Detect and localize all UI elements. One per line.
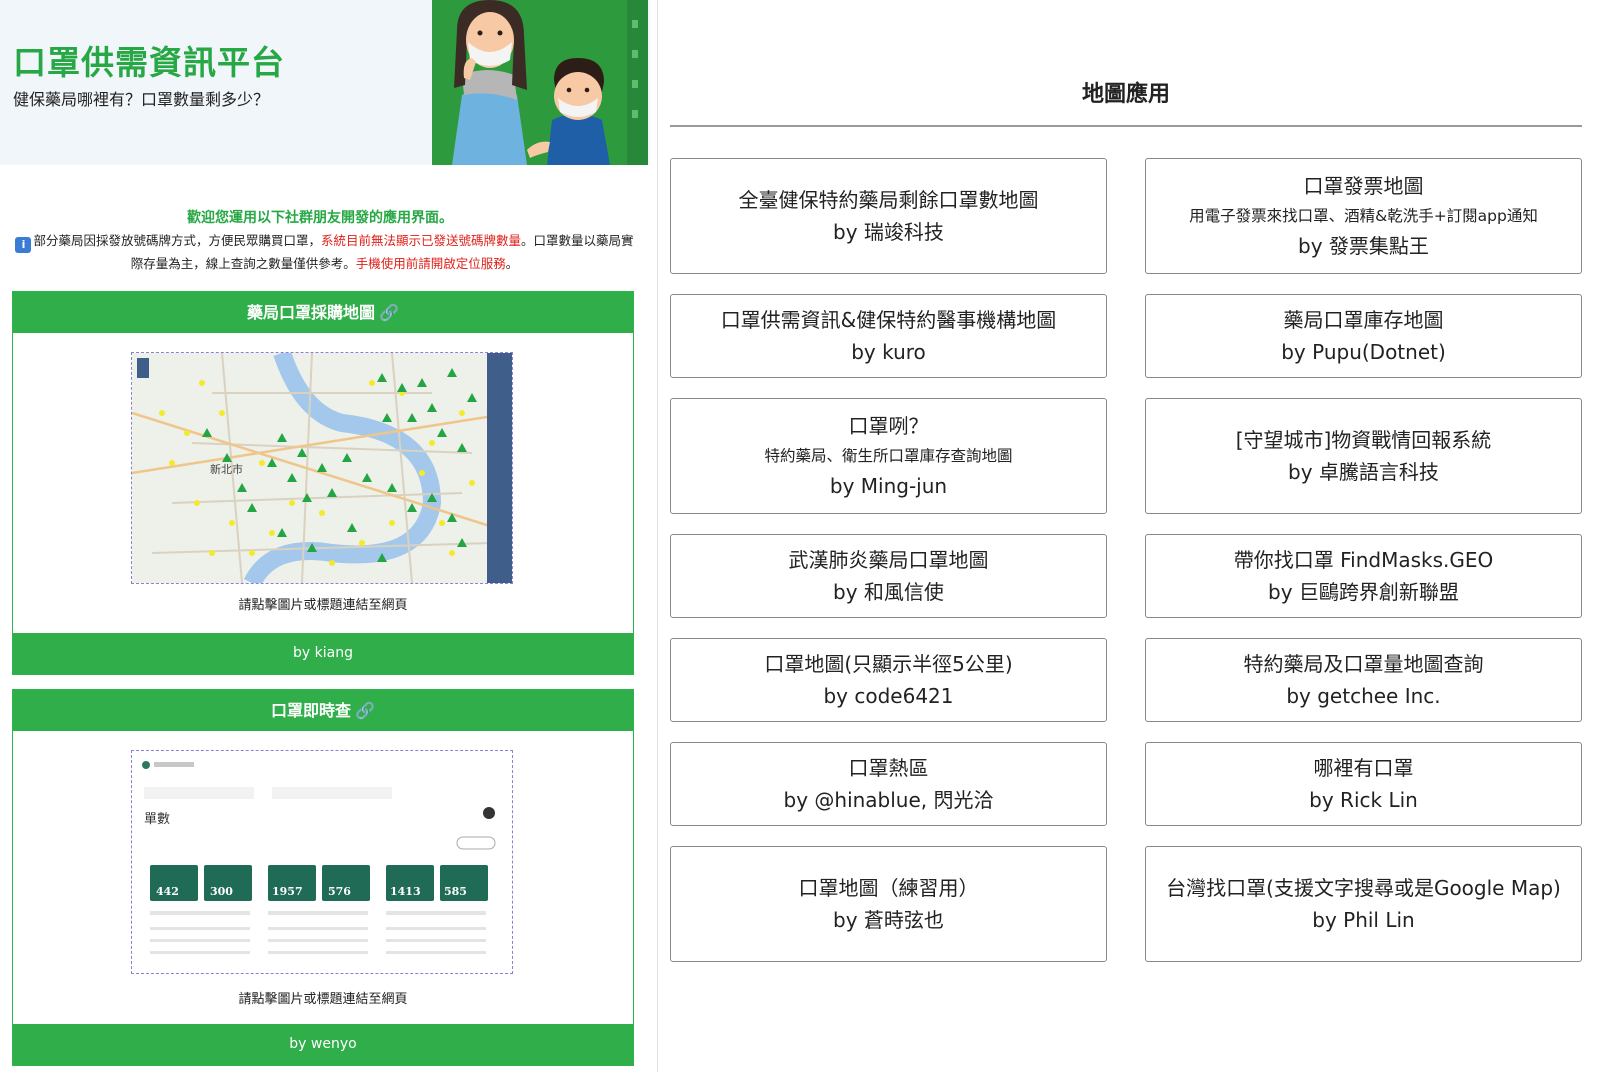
map-app-title: 口罩熱區	[848, 756, 929, 780]
map-app-author: by Ming-jun	[829, 474, 948, 498]
card-title-link[interactable]: 口罩即時查 🔗	[13, 690, 633, 731]
map-app-link[interactable]: 武漢肺炎藥局口罩地圖 by 和風信使	[670, 534, 1107, 618]
map-app-link[interactable]: 帶你找口罩 FindMasks.GEO by 巨鷗跨界創新聯盟	[1145, 534, 1582, 618]
map-app-description: 特約藥局、衛生所口罩庫存查詢地圖	[764, 447, 1013, 465]
map-app-author: by @hinablue, 閃光洽	[783, 788, 994, 812]
map-thumbnail-image: 新北市	[132, 353, 512, 583]
map-app-link[interactable]: 口罩供需資訊&健保特約醫事機構地圖 by kuro	[670, 294, 1107, 378]
map-app-author: by kuro	[851, 340, 926, 364]
map-app-author: by 巨鷗跨界創新聯盟	[1268, 580, 1459, 604]
card-title: 藥局口罩採購地圖	[247, 303, 376, 322]
map-app-description: 用電子發票來找口罩、酒精&乾洗手+訂閱app通知	[1189, 207, 1538, 225]
map-app-link[interactable]: 哪裡有口罩 by Rick Lin	[1145, 742, 1582, 826]
site-title: 口罩供需資訊平台	[13, 43, 285, 82]
map-app-link[interactable]: 口罩咧？ 特約藥局、衛生所口罩庫存查詢地圖 by Ming-jun	[670, 398, 1107, 514]
map-app-title: 武漢肺炎藥局口罩地圖	[788, 548, 989, 572]
thumbnail-heading: 單數	[144, 812, 170, 827]
map-app-author: by 發票集點王	[1298, 234, 1429, 258]
mask-family-illustration	[432, 0, 648, 165]
card-author: by kiang	[13, 633, 633, 674]
thumbnail-stat: 300	[210, 885, 233, 898]
map-app-link[interactable]: 口罩地圖(只顯示半徑5公里) by code6421	[670, 638, 1107, 722]
map-app-link[interactable]: [守望城市]物資戰情回報系統 by 卓騰語言科技	[1145, 398, 1582, 514]
welcome-message: 歡迎您運用以下社群朋友開發的應用界面。	[187, 210, 453, 226]
map-app-link[interactable]: 特約藥局及口罩量地圖查詢 by getchee Inc.	[1145, 638, 1582, 722]
title-divider	[670, 125, 1582, 127]
map-app-link[interactable]: 口罩熱區 by @hinablue, 閃光洽	[670, 742, 1107, 826]
map-apps-title: 地圖應用	[1081, 82, 1170, 107]
app-thumbnail-image: 單數 442 300 1957 576 1413 585	[132, 751, 512, 973]
map-app-title: 哪裡有口罩	[1313, 756, 1414, 780]
left-panel: 口罩供需資訊平台 健保藥局哪裡有？口罩數量剩多少？ 歡迎您運用以下社群朋友開發的…	[0, 0, 650, 1072]
thumbnail-stat: 576	[328, 885, 351, 898]
map-label-new-taipei: 新北市	[210, 462, 243, 476]
thumbnail-stat: 585	[444, 885, 467, 898]
mask-realtime-card: 口罩即時查 🔗 單數 442 300 1957 576 1413 585 請點擊…	[12, 689, 634, 1066]
pharmacy-map-card: 藥局口罩採購地圖 🔗 新北市 請點擊圖片或標題連結至網頁 by kiang	[12, 291, 634, 675]
map-app-link[interactable]: 台灣找口罩(支援文字搜尋或是Google Map) by Phil Lin	[1145, 846, 1582, 962]
thumbnail-stat: 1413	[390, 885, 421, 898]
card-author: by wenyo	[13, 1024, 633, 1065]
card-caption: 請點擊圖片或標題連結至網頁	[238, 598, 408, 613]
notice-part-1: 部分藥局因採發放號碼牌方式，方便民眾購買口罩，	[33, 233, 321, 248]
map-app-title: 藥局口罩庫存地圖	[1283, 308, 1444, 332]
map-app-link[interactable]: 口罩地圖（練習用） by 蒼時弦也	[670, 846, 1107, 962]
map-app-author: by Rick Lin	[1309, 788, 1418, 812]
site-header: 口罩供需資訊平台 健保藥局哪裡有？口罩數量剩多少？	[0, 0, 650, 165]
link-icon: 🔗	[355, 701, 375, 720]
map-app-link[interactable]: 口罩發票地圖用電子發票來找口罩、酒精&乾洗手+訂閱app通知 by 發票集點王	[1145, 158, 1582, 274]
map-app-author: by Pupu(Dotnet)	[1281, 340, 1446, 364]
map-app-title: [守望城市]物資戰情回報系統	[1235, 428, 1492, 452]
map-app-title: 口罩發票地圖	[1303, 174, 1424, 198]
map-app-author: by Phil Lin	[1312, 908, 1415, 932]
map-app-author: by getchee Inc.	[1286, 684, 1441, 708]
notice-warning-2: 手機使用前請開啟定位服務	[355, 256, 506, 271]
map-app-author: by 蒼時弦也	[833, 908, 944, 932]
map-app-title: 口罩地圖（練習用）	[798, 876, 979, 900]
map-app-author: by code6421	[823, 684, 954, 708]
map-app-title: 全臺健保特約藥局剩餘口罩數地圖	[738, 188, 1039, 212]
app-thumbnail-link[interactable]: 單數 442 300 1957 576 1413 585	[131, 750, 513, 974]
map-thumbnail-link[interactable]: 新北市	[131, 352, 513, 584]
card-title: 口罩即時查	[271, 701, 352, 720]
card-caption: 請點擊圖片或標題連結至網頁	[238, 992, 408, 1007]
map-app-title: 口罩供需資訊&健保特約醫事機構地圖	[720, 308, 1057, 332]
map-app-title: 特約藥局及口罩量地圖查詢	[1243, 652, 1484, 676]
map-app-title: 台灣找口罩(支援文字搜尋或是Google Map)	[1166, 876, 1561, 900]
map-app-author: by 瑞竣科技	[833, 220, 944, 244]
notice-end: 。	[505, 256, 519, 271]
link-icon: 🔗	[379, 303, 399, 322]
panel-divider	[657, 0, 658, 1072]
map-app-link[interactable]: 藥局口罩庫存地圖 by Pupu(Dotnet)	[1145, 294, 1582, 378]
hero-illustration	[432, 0, 648, 165]
notice-warning-1: 系統目前無法顯示已發送號碼牌數量	[320, 233, 521, 248]
notice-text: i 部分藥局因採發放號碼牌方式，方便民眾購買口罩，系統目前無法顯示已發送號碼牌數量…	[12, 230, 637, 274]
map-app-title: 口罩咧？	[848, 414, 929, 438]
map-app-author: by 卓騰語言科技	[1288, 460, 1439, 484]
map-app-link[interactable]: 全臺健保特約藥局剩餘口罩數地圖 by 瑞竣科技	[670, 158, 1107, 274]
info-icon: i	[15, 237, 32, 253]
card-title-link[interactable]: 藥局口罩採購地圖 🔗	[13, 292, 633, 333]
map-app-title: 口罩地圖(只顯示半徑5公里)	[764, 652, 1013, 676]
thumbnail-stat: 1957	[272, 885, 303, 898]
map-app-title: 帶你找口罩 FindMasks.GEO	[1233, 548, 1494, 572]
site-subtitle: 健保藥局哪裡有？口罩數量剩多少？	[13, 90, 270, 109]
thumbnail-stat: 442	[156, 885, 179, 898]
map-app-author: by 和風信使	[833, 580, 944, 604]
